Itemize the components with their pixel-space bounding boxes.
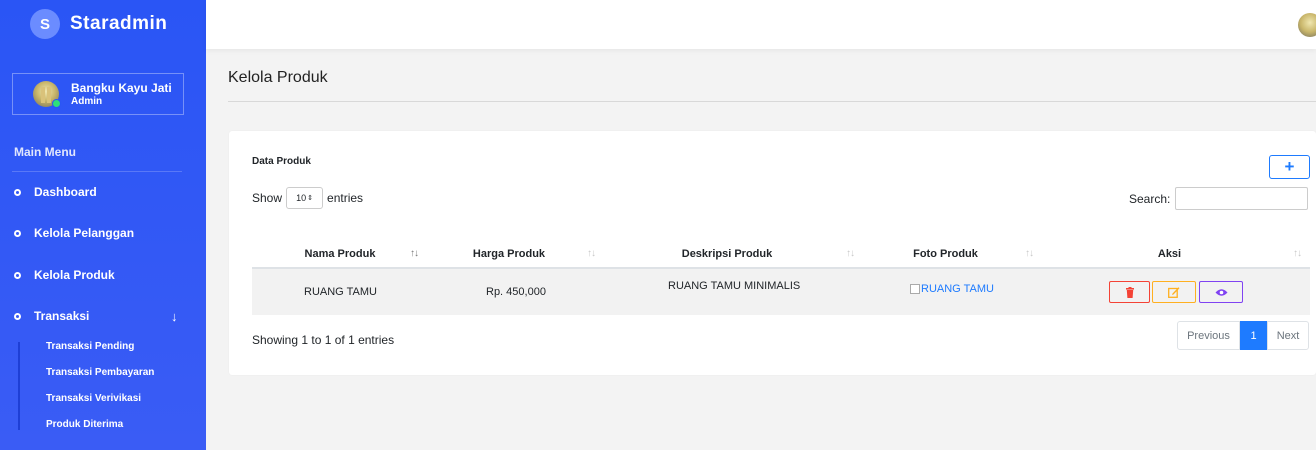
search-label: Search:	[1129, 191, 1171, 206]
brand-logo: S	[30, 9, 60, 39]
submenu-item-transaksi-verivikasi[interactable]: Transaksi Verivikasi	[46, 393, 141, 404]
cell-nama-produk: RUANG TAMU	[304, 286, 377, 298]
eye-icon	[1215, 288, 1227, 296]
previous-button[interactable]: Previous	[1177, 321, 1240, 350]
page-1-button[interactable]: 1	[1240, 321, 1267, 350]
table-header: Nama Produk ↑↓ Harga Produk ↑↓ Deskripsi…	[252, 241, 1310, 269]
column-header-foto-produk[interactable]: Foto Produk	[864, 241, 1027, 267]
sort-icon: ↑↓	[1293, 248, 1302, 259]
sort-icon: ↑↓	[1025, 248, 1034, 259]
user-avatar[interactable]	[1298, 13, 1316, 37]
page-title: Kelola Produk	[228, 69, 328, 86]
products-card: Data Produk + Show 10 ⇕ entries Search: …	[229, 131, 1316, 375]
avatar	[33, 81, 61, 108]
show-label: Show	[252, 191, 283, 205]
product-image-alt: RUANG TAMU	[921, 283, 994, 295]
bullet-icon	[14, 271, 21, 279]
sidebar-item-label: Kelola Pelanggan	[34, 226, 135, 240]
sidebar-item-kelola-produk[interactable]: Kelola Produk	[14, 265, 115, 285]
table-info: Showing 1 to 1 of 1 entries	[252, 333, 395, 347]
submenu-item-transaksi-pembayaran[interactable]: Transaksi Pembayaran	[46, 367, 154, 378]
cell-deskripsi-produk: RUANG TAMU MINIMALIS	[668, 280, 801, 292]
sidebar-item-kelola-pelanggan[interactable]: Kelola Pelanggan	[14, 223, 134, 243]
card-title: Data Produk	[252, 156, 311, 167]
user-profile[interactable]: Bangku Kayu Jati Admin	[12, 73, 184, 115]
brand-name: Staradmin	[70, 13, 168, 34]
page-divider	[228, 101, 1316, 102]
pagination: Previous 1 Next	[1177, 321, 1309, 350]
edit-button[interactable]	[1152, 281, 1196, 303]
cell-foto-produk[interactable]: RUANG TAMU	[910, 283, 994, 295]
search-input[interactable]	[1175, 187, 1309, 210]
page-length-select[interactable]: 10 ⇕	[286, 187, 324, 209]
submenu-item-produk-diterima[interactable]: Produk Diterima	[46, 419, 123, 430]
menu-divider	[12, 171, 182, 172]
column-header-deskripsi-produk[interactable]: Deskripsi Produk	[590, 241, 864, 267]
edit-icon	[1168, 287, 1180, 298]
select-arrows-icon: ⇕	[307, 195, 313, 202]
sidebar-item-transaksi[interactable]: Transaksi	[14, 306, 89, 326]
bullet-icon	[14, 312, 21, 320]
sidebar: S Staradmin Bangku Kayu Jati Admin Main …	[0, 0, 206, 450]
add-product-button[interactable]: +	[1269, 155, 1310, 179]
online-status-dot	[52, 99, 61, 108]
broken-image-icon	[910, 284, 920, 295]
column-header-aksi[interactable]: Aksi	[1037, 241, 1302, 267]
cell-harga-produk: Rp. 450,000	[486, 286, 546, 298]
page-length-control: Show 10 ⇕ entries	[252, 187, 363, 209]
sort-icon: ↑↓	[846, 248, 855, 259]
sidebar-item-label: Dashboard	[34, 185, 97, 199]
view-button[interactable]	[1199, 281, 1243, 303]
sidebar-item-label: Kelola Produk	[34, 268, 115, 282]
sidebar-item-label: Transaksi	[34, 309, 90, 323]
arrow-down-icon[interactable]: ↓	[171, 309, 178, 324]
search-control: Search:	[1129, 187, 1309, 210]
bullet-icon	[14, 229, 21, 237]
next-button[interactable]: Next	[1267, 321, 1309, 350]
submenu-line	[18, 342, 20, 430]
sort-icon: ↑↓	[410, 248, 419, 259]
brand[interactable]: S Staradmin	[30, 9, 167, 39]
delete-button[interactable]	[1109, 281, 1150, 303]
menu-title: Main Menu	[14, 145, 76, 159]
column-header-harga-produk[interactable]: Harga Produk	[428, 241, 590, 267]
column-header-nama-produk[interactable]: Nama Produk	[252, 241, 428, 267]
profile-name: Bangku Kayu Jati	[71, 80, 172, 95]
bullet-icon	[14, 188, 21, 196]
top-navbar	[206, 0, 1316, 49]
sidebar-item-dashboard[interactable]: Dashboard	[14, 182, 97, 202]
entries-label: entries	[327, 191, 364, 205]
submenu-item-transaksi-pending[interactable]: Transaksi Pending	[46, 341, 134, 352]
trash-icon	[1125, 286, 1134, 298]
page-length-value: 10	[296, 193, 307, 203]
table-row: RUANG TAMU Rp. 450,000 RUANG TAMU MINIMA…	[252, 269, 1310, 315]
profile-role: Admin	[71, 95, 103, 107]
